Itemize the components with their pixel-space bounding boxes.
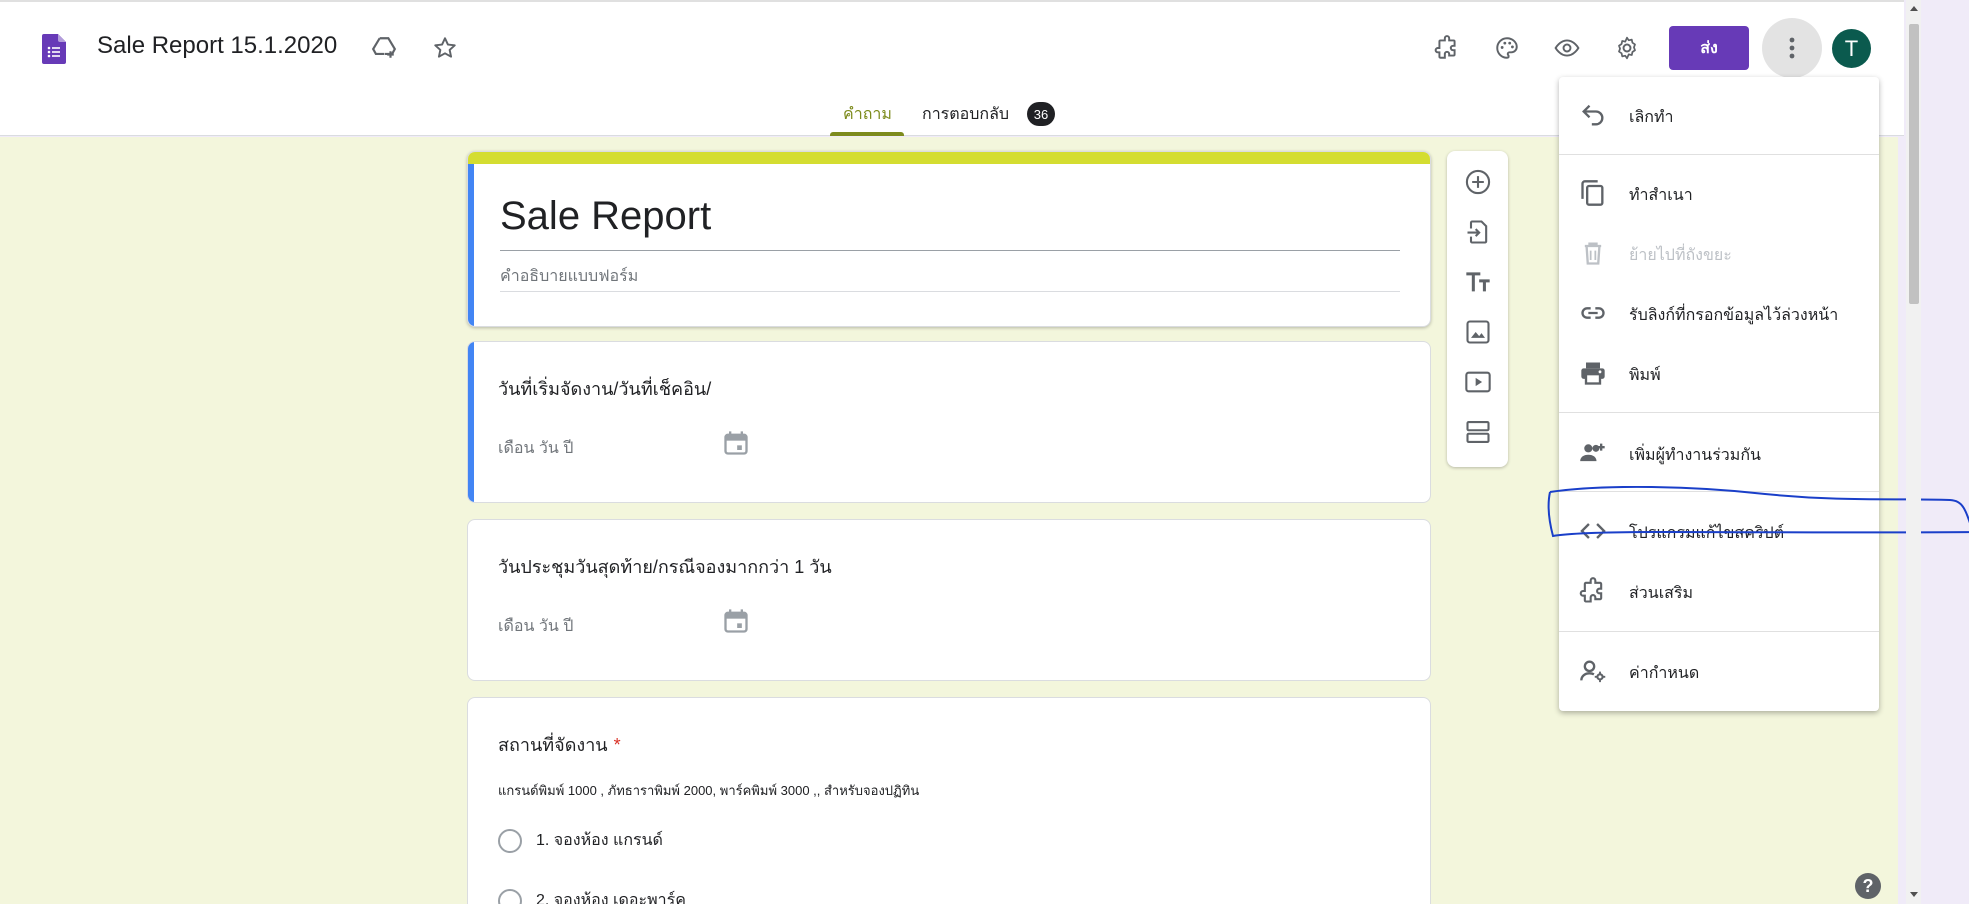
- question-card[interactable]: สถานที่จัดงาน * แกรนด์พิมพ์ 1000 , ภัทธาร…: [467, 697, 1431, 904]
- more-options-menu: เลิกทำ ทำสำเนา ย้ายไปที่ถังขยะ รับลิงก์ท…: [1559, 77, 1879, 711]
- add-title-icon[interactable]: [1462, 266, 1494, 298]
- form-title-card[interactable]: Sale Report คำอธิบายแบบฟอร์ม: [467, 151, 1431, 327]
- radio-button[interactable]: [498, 888, 522, 904]
- title-underline: [500, 250, 1400, 251]
- calendar-icon[interactable]: [722, 429, 750, 457]
- star-icon[interactable]: [425, 28, 465, 68]
- menu-item-print[interactable]: พิมพ์: [1559, 349, 1879, 397]
- question-title: วันที่เริ่มจัดงาน/วันที่เช็คอิน/: [498, 379, 712, 399]
- add-image-icon[interactable]: [1462, 316, 1494, 348]
- account-avatar[interactable]: T: [1832, 29, 1871, 68]
- menu-item-copy[interactable]: ทำสำเนา: [1559, 169, 1879, 217]
- date-placeholder[interactable]: เดือน วัน ปี: [498, 614, 573, 639]
- radio-label: 2. จองห้อง เดอะพาร์ค: [536, 892, 686, 904]
- addons-icon[interactable]: [1427, 28, 1467, 68]
- theme-color-bar: [468, 152, 1430, 164]
- tab-questions[interactable]: คำถาม: [843, 102, 892, 127]
- form-title[interactable]: Sale Report: [500, 194, 711, 239]
- date-placeholder[interactable]: เดือน วัน ปี: [498, 436, 573, 461]
- page-scrollbar[interactable]: [1906, 0, 1921, 904]
- required-asterisk: *: [613, 735, 621, 755]
- active-card-indicator: [468, 342, 474, 502]
- more-options-button[interactable]: [1762, 18, 1822, 78]
- palette-icon[interactable]: [1487, 28, 1527, 68]
- undo-icon: [1582, 104, 1604, 126]
- menu-item-prefilled-link[interactable]: รับลิงก์ที่กรอกข้อมูลไว้ล่วงหน้า: [1559, 289, 1879, 337]
- active-tab-indicator: [830, 132, 904, 136]
- responses-count-badge: 36: [1027, 102, 1055, 126]
- menu-divider: [1559, 154, 1879, 155]
- scroll-thumb[interactable]: [1909, 24, 1919, 304]
- question-title: วันประชุมวันสุดท้าย/กรณีจองมากกว่า 1 วัน: [498, 557, 832, 577]
- radio-option[interactable]: 2. จองห้อง เดอะพาร์ค: [498, 888, 686, 904]
- import-questions-icon[interactable]: [1462, 216, 1494, 248]
- menu-item-undo[interactable]: เลิกทำ: [1559, 91, 1879, 139]
- scroll-down-arrow[interactable]: [1910, 892, 1918, 897]
- add-section-icon[interactable]: [1462, 416, 1494, 448]
- trash-icon: [1584, 242, 1602, 265]
- add-video-icon[interactable]: [1462, 366, 1494, 398]
- document-title[interactable]: Sale Report 15.1.2020: [97, 32, 337, 60]
- move-to-drive-icon[interactable]: [364, 28, 404, 68]
- menu-divider: [1559, 412, 1879, 413]
- person-settings-icon: [1580, 660, 1606, 683]
- question-card[interactable]: วันที่เริ่มจัดงาน/วันที่เช็คอิน/ เดือน ว…: [467, 341, 1431, 503]
- radio-button[interactable]: [498, 828, 522, 853]
- radio-option[interactable]: 1. จองห้อง แกรนด์: [498, 828, 663, 853]
- add-people-icon: [1580, 443, 1605, 462]
- menu-item-add-collaborators[interactable]: เพิ่มผู้ทำงานร่วมกัน: [1559, 429, 1879, 477]
- add-question-icon[interactable]: [1462, 166, 1494, 198]
- forms-doc-icon[interactable]: [42, 34, 66, 64]
- question-toolbar: [1447, 151, 1508, 467]
- menu-item-move-to-trash: ย้ายไปที่ถังขยะ: [1559, 229, 1879, 277]
- question-help-text: แกรนด์พิมพ์ 1000 , ภัทธาราพิมพ์ 2000, พา…: [498, 783, 920, 798]
- preview-eye-icon[interactable]: [1547, 28, 1587, 68]
- more-vert-icon: [1789, 37, 1795, 59]
- menu-divider: [1559, 631, 1879, 632]
- question-card[interactable]: วันประชุมวันสุดท้าย/กรณีจองมากกว่า 1 วัน…: [467, 519, 1431, 681]
- copy-icon: [1581, 180, 1604, 206]
- tab-responses[interactable]: การตอบกลับ: [922, 102, 1009, 127]
- question-title: สถานที่จัดงาน *: [498, 735, 621, 755]
- settings-gear-icon[interactable]: [1607, 28, 1647, 68]
- menu-item-preferences[interactable]: ค่ากำหนด: [1559, 647, 1879, 695]
- help-button[interactable]: ?: [1855, 873, 1881, 899]
- form-description-field[interactable]: คำอธิบายแบบฟอร์ม: [500, 264, 638, 289]
- link-icon: [1581, 307, 1605, 319]
- puzzle-icon: [1579, 577, 1603, 603]
- description-underline: [500, 291, 1400, 292]
- radio-label: 1. จองห้อง แกรนด์: [536, 832, 663, 849]
- scroll-up-arrow[interactable]: [1910, 6, 1918, 11]
- send-button[interactable]: ส่ง: [1669, 26, 1749, 70]
- calendar-icon[interactable]: [722, 607, 750, 635]
- active-card-indicator: [468, 164, 474, 326]
- menu-item-addons[interactable]: ส่วนเสริม: [1559, 567, 1879, 615]
- print-icon: [1581, 362, 1605, 385]
